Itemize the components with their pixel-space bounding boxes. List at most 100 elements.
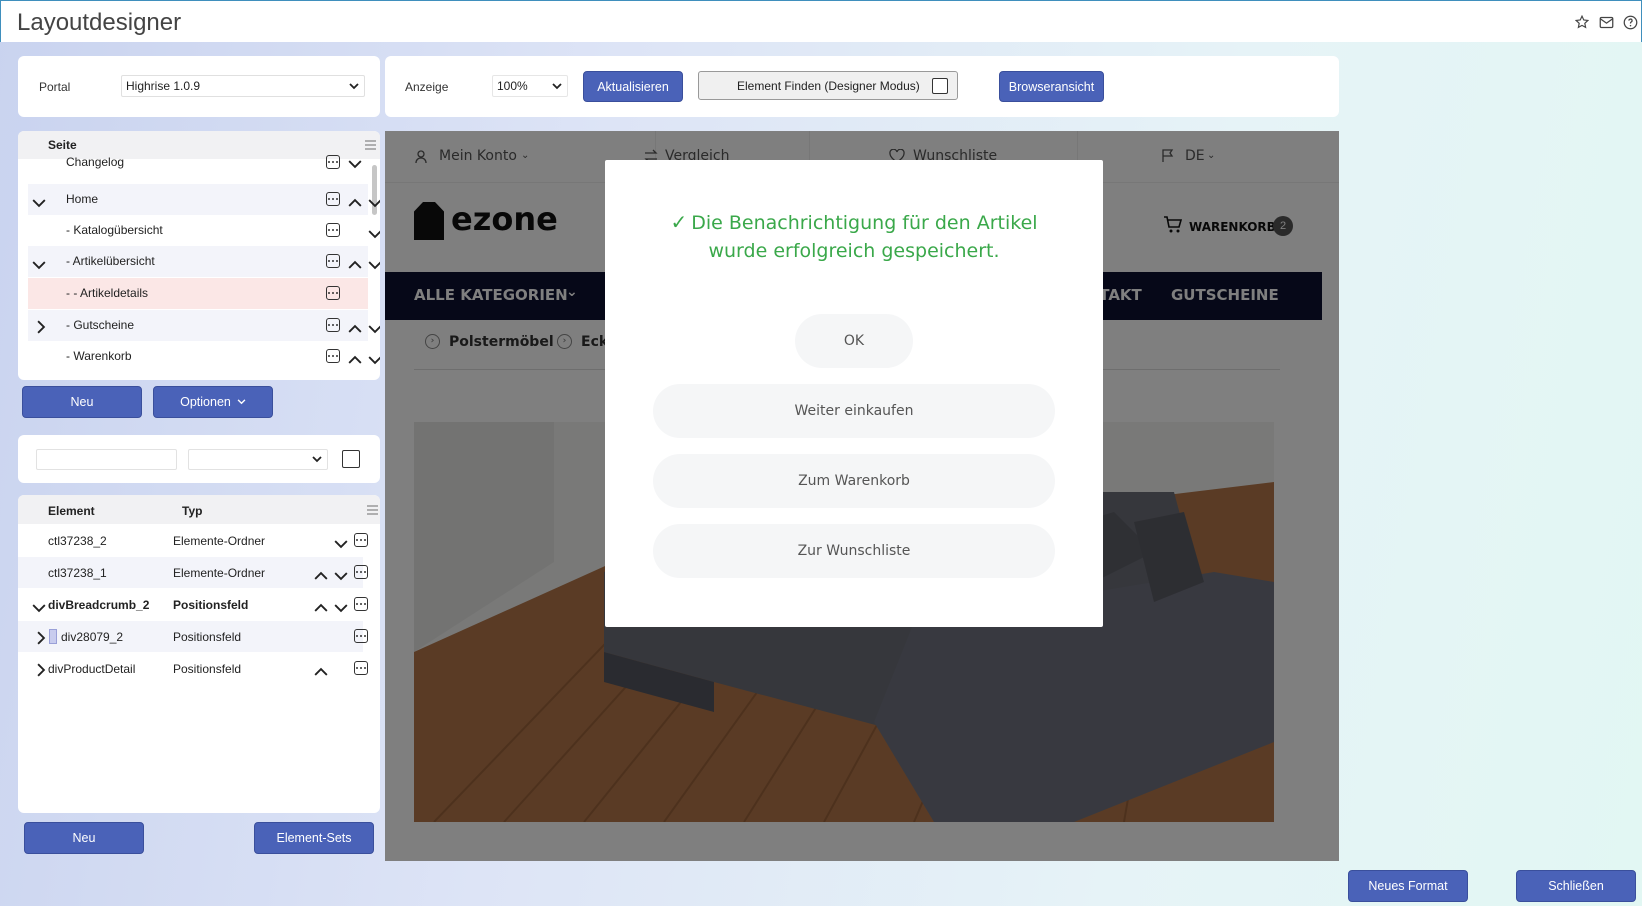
refresh-button[interactable]: Aktualisieren	[583, 71, 683, 102]
tree-item-changelog[interactable]: Changelog	[28, 152, 368, 178]
menu-icon[interactable]	[367, 505, 378, 515]
tree-item-label: - Gutscheine	[66, 318, 135, 332]
check-icon: ✓	[670, 210, 688, 234]
chevron-down-icon[interactable]	[368, 196, 380, 210]
tree-item-artikeluebersicht[interactable]: - Artikelübersicht	[28, 246, 380, 277]
close-button[interactable]: Schließen	[1516, 870, 1636, 902]
tree-item-label: Changelog	[66, 155, 125, 169]
col-element-header: Element	[48, 504, 95, 518]
element-type: Elemente-Ordner	[173, 566, 266, 580]
to-wishlist-button[interactable]: Zur Wunschliste	[653, 524, 1055, 578]
more-options-icon[interactable]	[326, 254, 340, 268]
tree-item-home[interactable]: Home	[28, 184, 380, 215]
chevron-down-icon[interactable]	[368, 258, 380, 272]
chevron-up-icon[interactable]	[348, 353, 362, 367]
continue-shopping-button[interactable]: Weiter einkaufen	[653, 384, 1055, 438]
chevron-down-icon	[312, 456, 322, 463]
chevron-up-icon[interactable]	[348, 258, 362, 272]
chevron-up-icon[interactable]	[314, 601, 328, 615]
element-table-header: Element Typ	[18, 495, 380, 524]
notification-modal: ✓ Die Benachrichtigung für den Artikel wu…	[605, 160, 1103, 627]
chevron-up-icon[interactable]	[314, 665, 328, 679]
element-name: divBreadcrumb_2	[48, 598, 150, 612]
chevron-down-icon	[552, 82, 562, 89]
tree-item-label: - Warenkorb	[66, 349, 132, 363]
more-options-icon[interactable]	[354, 597, 368, 611]
shop-preview: Mein Konto ⌄ Vergleich Wunschliste DE ⌄ …	[385, 131, 1339, 861]
element-name: ctl37238_2	[48, 534, 107, 548]
mail-icon[interactable]	[1597, 13, 1615, 31]
more-options-icon[interactable]	[326, 192, 340, 206]
ok-button[interactable]: OK	[795, 314, 913, 368]
filter-panel	[18, 435, 380, 483]
element-type: Positionsfeld	[173, 598, 249, 612]
find-element-label: Element Finden (Designer Modus)	[737, 79, 920, 93]
zoom-select[interactable]: 100%	[492, 75, 568, 97]
new-element-button[interactable]: Neu	[24, 822, 144, 854]
chevron-down-icon[interactable]	[368, 322, 380, 336]
window-title: Layoutdesigner	[17, 9, 182, 36]
more-options-icon[interactable]	[326, 223, 340, 237]
chevron-down-icon[interactable]	[334, 569, 348, 583]
chevron-up-icon[interactable]	[314, 569, 328, 583]
filter-input[interactable]	[36, 449, 177, 470]
success-message: ✓ Die Benachrichtigung für den Artikel wu…	[645, 208, 1063, 265]
more-options-icon[interactable]	[326, 349, 340, 363]
new-format-button[interactable]: Neues Format	[1348, 870, 1468, 902]
chevron-down-icon	[349, 82, 359, 89]
more-options-icon[interactable]	[326, 318, 340, 332]
tree-item-katalog[interactable]: - Katalogübersicht	[28, 215, 380, 246]
more-options-icon[interactable]	[326, 155, 340, 169]
tree-item-warenkorb[interactable]: - Warenkorb	[28, 341, 380, 372]
tree-item-artikeldetails[interactable]: - - Artikeldetails	[28, 278, 368, 309]
element-marker	[49, 629, 57, 644]
chevron-down-icon[interactable]	[368, 227, 380, 241]
table-row[interactable]: div28079_2 Positionsfeld	[18, 621, 368, 652]
portal-panel: Portal Highrise 1.0.9	[18, 56, 380, 117]
filter-checkbox[interactable]	[342, 450, 360, 468]
browser-view-button[interactable]: Browseransicht	[999, 71, 1104, 102]
display-toolbar: Anzeige 100% Aktualisieren Element Finde…	[385, 56, 1339, 117]
expand-down-icon[interactable]	[32, 258, 46, 272]
element-name: divProductDetail	[48, 662, 136, 676]
more-options-icon[interactable]	[354, 661, 368, 675]
portal-select[interactable]: Highrise 1.0.9	[121, 75, 365, 97]
success-message-line1: Die Benachrichtigung für den Artikel	[691, 212, 1038, 234]
star-icon[interactable]	[1573, 13, 1591, 31]
element-name: div28079_2	[61, 630, 124, 644]
chevron-up-icon[interactable]	[348, 196, 362, 210]
zoom-value: 100%	[497, 79, 528, 93]
expand-right-icon[interactable]	[34, 320, 48, 334]
table-row[interactable]: ctl37238_1 Elemente-Ordner	[18, 557, 368, 588]
chevron-down-icon[interactable]	[334, 537, 348, 551]
chevron-down-icon[interactable]	[334, 601, 348, 615]
table-row[interactable]: ctl37238_2 Elemente-Ordner	[18, 525, 368, 556]
chevron-up-icon[interactable]	[348, 322, 362, 336]
more-options-icon[interactable]	[354, 629, 368, 643]
to-cart-button[interactable]: Zum Warenkorb	[653, 454, 1055, 508]
options-button[interactable]: Optionen	[153, 386, 273, 418]
element-sets-button[interactable]: Element-Sets	[254, 822, 374, 854]
expand-right-icon[interactable]	[34, 663, 48, 677]
help-icon[interactable]	[1621, 13, 1639, 31]
table-row[interactable]: divProductDetail Positionsfeld	[18, 653, 368, 684]
find-element-toggle[interactable]: Element Finden (Designer Modus)	[698, 71, 958, 100]
more-options-icon[interactable]	[354, 533, 368, 547]
more-options-icon[interactable]	[354, 565, 368, 579]
new-page-button[interactable]: Neu	[22, 386, 142, 418]
col-type-header: Typ	[182, 504, 203, 518]
expand-right-icon[interactable]	[34, 631, 48, 645]
tree-item-label: - - Artikeldetails	[66, 286, 149, 300]
find-element-checkbox[interactable]	[932, 78, 948, 94]
menu-icon[interactable]	[365, 140, 376, 150]
more-options-icon[interactable]	[326, 286, 340, 300]
tree-item-gutscheine[interactable]: - Gutscheine	[28, 310, 380, 341]
expand-down-icon[interactable]	[32, 601, 46, 615]
filter-type-select[interactable]	[188, 449, 328, 470]
chevron-down-icon[interactable]	[368, 353, 380, 367]
tree-item-label: Home	[66, 192, 99, 206]
chevron-down-icon[interactable]	[348, 157, 362, 171]
element-name: ctl37238_1	[48, 566, 107, 580]
table-row[interactable]: divBreadcrumb_2 Positionsfeld	[18, 589, 368, 620]
expand-down-icon[interactable]	[32, 196, 46, 210]
